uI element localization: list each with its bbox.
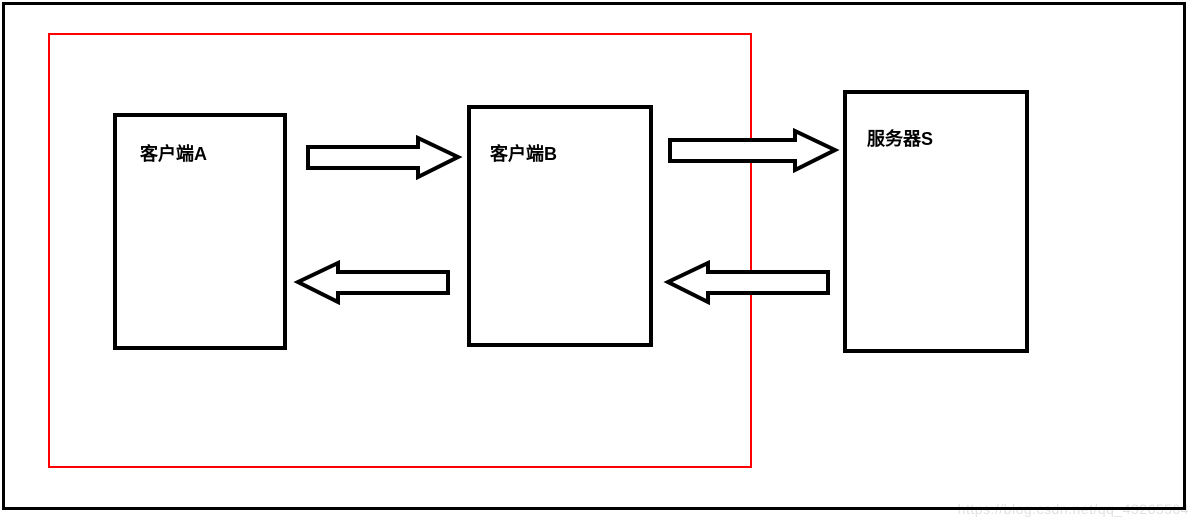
arrow-a-to-b-icon — [303, 135, 463, 180]
arrow-b-to-a-icon — [293, 260, 453, 305]
node-client-b-label: 客户端B — [490, 140, 557, 166]
node-server-s-label: 服务器S — [867, 125, 933, 151]
node-client-a-label: 客户端A — [140, 140, 207, 166]
arrow-s-to-b-icon — [663, 260, 833, 305]
arrow-b-to-s-icon — [665, 128, 840, 173]
watermark-text: https://blog.csdn.net/qq_43265564 — [958, 501, 1189, 517]
